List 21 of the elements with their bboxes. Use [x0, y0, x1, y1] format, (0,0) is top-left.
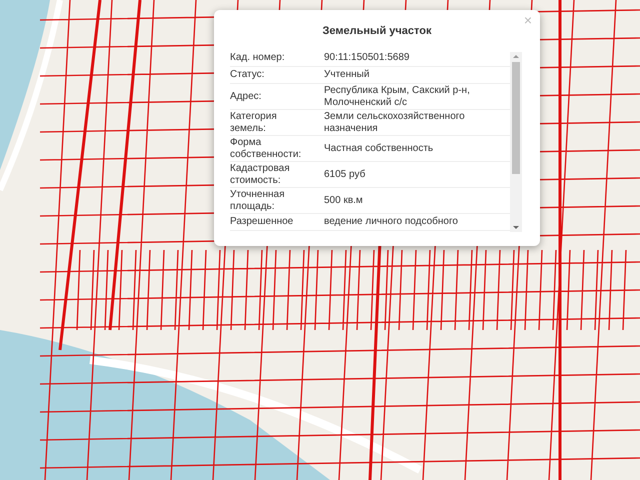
- field-label: Кадастровая стоимость:: [230, 163, 291, 186]
- scroll-down-arrow-icon[interactable]: [512, 225, 520, 230]
- field-value: Учтенный: [324, 69, 370, 81]
- field-label: Форма собственности:: [230, 137, 302, 160]
- scroll-up-arrow-icon[interactable]: [512, 54, 520, 59]
- field-label: Кад. номер:: [230, 52, 286, 64]
- field-label: Категория земель:: [230, 111, 278, 134]
- field-value: 90:11:150501:5689: [324, 52, 410, 64]
- field-label: Разрешенное: [230, 216, 294, 228]
- field-label: Адрес:: [230, 90, 262, 102]
- scrollbar[interactable]: [510, 52, 522, 232]
- field-label: Статус:: [230, 69, 266, 81]
- close-button[interactable]: ×: [522, 12, 534, 29]
- field-value: ведение личного подсобного: [324, 216, 459, 228]
- field-label: Уточненная площадь:: [230, 189, 286, 212]
- field-value: Республика Крым, Сакский р-н, Молочненский с/с: [324, 85, 471, 108]
- field-value: 500 кв.м: [324, 194, 364, 206]
- field-value: Частная собственность: [324, 142, 434, 154]
- field-value: 6105 руб: [324, 168, 366, 180]
- field-value: Земли сельскохозяйственного назначения: [324, 111, 466, 134]
- popup-title: Земельный участок: [322, 25, 432, 37]
